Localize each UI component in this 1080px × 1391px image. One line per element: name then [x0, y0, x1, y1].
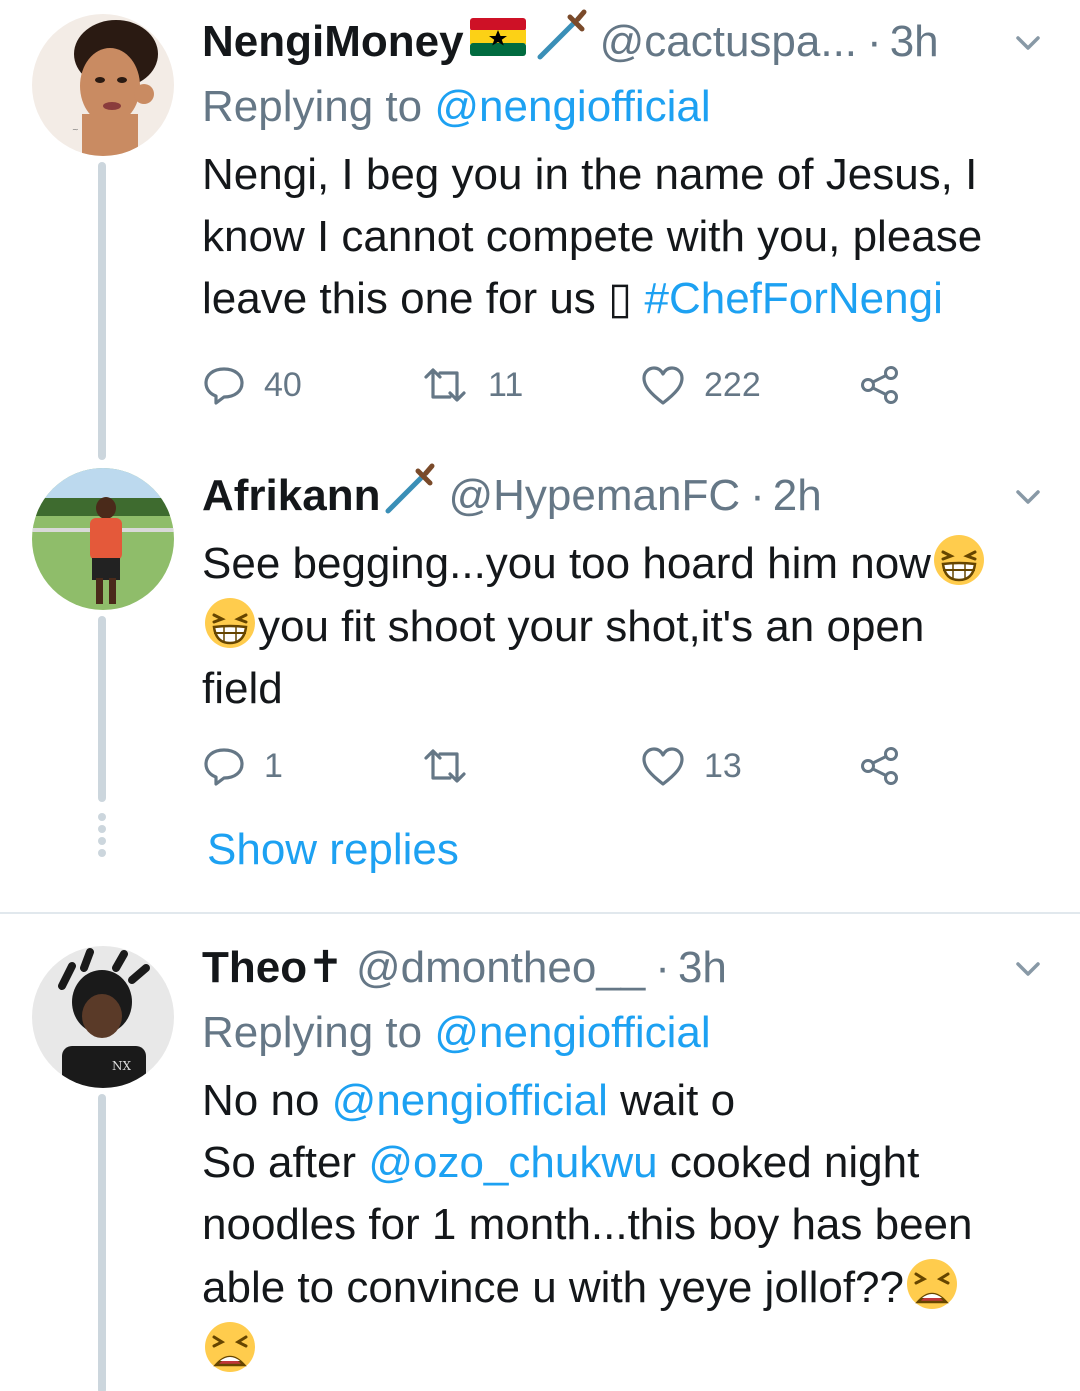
tweet-text-segment: No no	[202, 1076, 320, 1125]
replying-to-mention[interactable]: @nengiofficial	[434, 1008, 710, 1057]
separator-dot: ·	[867, 17, 882, 66]
reply-icon	[202, 363, 246, 407]
timestamp[interactable]: 3h	[890, 14, 939, 70]
reply-count: 1	[264, 746, 283, 785]
grinning-squint-icon	[931, 532, 987, 588]
replying-to-mention[interactable]: @nengiofficial	[434, 82, 710, 131]
thread-line	[98, 616, 106, 802]
svg-text:~: ~	[72, 125, 79, 134]
tweet-nengimoney[interactable]: ~ NengiMoney @cactuspa... · 3h Replying …	[0, 0, 1080, 460]
tweet-text-segment: leave this one for us	[202, 274, 596, 323]
replying-prefix: Replying to	[202, 82, 423, 131]
retweet-count: 11	[488, 365, 524, 404]
share-button[interactable]	[858, 736, 902, 796]
tired-face-icon	[904, 1256, 960, 1312]
reply-button[interactable]: 40	[202, 355, 302, 415]
tweet-theo[interactable]: NX Theo✝ @dmontheo__ · 3h Replying to @n…	[0, 920, 1080, 1391]
user-handle[interactable]: @cactuspa...	[600, 14, 857, 70]
replying-prefix: Replying to	[202, 1008, 423, 1057]
avatar-nengimoney[interactable]: ~	[32, 14, 174, 156]
display-name[interactable]: Theo✝	[202, 940, 344, 996]
reply-icon	[202, 744, 246, 788]
tweet-afrikann[interactable]: Afrikann @HypemanFC · 2h See begging...y…	[0, 460, 1080, 910]
ghana-flag-icon	[469, 14, 526, 70]
timestamp[interactable]: 3h	[678, 940, 727, 996]
display-name[interactable]: NengiMoney	[202, 14, 464, 70]
share-icon	[858, 744, 902, 788]
tweet-text: Nengi, I beg you in the name of Jesus, I…	[202, 144, 1052, 330]
tweet-header: NengiMoney @cactuspa... · 3h	[202, 9, 1052, 70]
like-button[interactable]: 13	[640, 736, 742, 796]
tweet-text-segment: you fit shoot your shot,it's an open	[258, 602, 925, 651]
grinning-squint-icon	[202, 595, 258, 651]
timestamp[interactable]: 2h	[773, 468, 822, 524]
avatar-theo[interactable]: NX	[32, 946, 174, 1088]
tweet-text-segment: See begging...you too hoard him now	[202, 539, 931, 588]
reply-button[interactable]: 1	[202, 736, 283, 796]
tweet-actions: 1 13	[202, 736, 1052, 796]
display-name[interactable]: Afrikann	[202, 468, 380, 524]
tweet-header: Afrikann @HypemanFC · 2h	[202, 463, 1052, 524]
show-replies-link[interactable]: Show replies	[207, 825, 459, 875]
replying-to: Replying to @nengiofficial	[202, 78, 1052, 136]
chevron-down-icon[interactable]	[1008, 476, 1048, 516]
retweet-button[interactable]: 11	[420, 355, 523, 415]
tweet-text-segment: cooked night	[669, 1138, 920, 1187]
replying-to: Replying to @nengiofficial	[202, 1004, 1052, 1062]
tweet-text: See begging...you too hoard him now you …	[202, 532, 1052, 720]
hashtag-link[interactable]: #ChefForNengi	[644, 274, 942, 323]
missing-glyph: ▯	[608, 274, 633, 323]
reply-count: 40	[264, 365, 302, 404]
avatar-afrikann[interactable]	[32, 468, 174, 610]
retweet-button[interactable]	[420, 736, 488, 796]
tweet-text-line: noodles for 1 month...this boy has been	[202, 1200, 973, 1249]
separator-dot: ·	[655, 943, 670, 992]
separator-dot: ·	[750, 471, 765, 520]
tweet-text-segment: able to convince u with yeye jollof??	[202, 1263, 904, 1312]
retweet-icon	[420, 363, 470, 407]
tweet-text-segment: wait o	[620, 1076, 736, 1125]
thread-line	[98, 1094, 106, 1391]
thread-line	[98, 162, 106, 460]
user-handle[interactable]: @dmontheo__	[356, 940, 645, 996]
tweet-actions: 40 11 222	[202, 355, 1052, 415]
chevron-down-icon[interactable]	[1008, 948, 1048, 988]
share-icon	[858, 363, 902, 407]
dagger-icon	[380, 461, 436, 531]
mention-link[interactable]: @nengiofficial	[332, 1076, 608, 1125]
svg-text:NX: NX	[112, 1059, 132, 1073]
retweet-icon	[420, 744, 470, 788]
tweet-text-line: Nengi, I beg you in the name of Jesus, I	[202, 150, 978, 199]
like-count: 13	[704, 746, 742, 785]
like-button[interactable]: 222	[640, 355, 761, 415]
tweet-header: Theo✝ @dmontheo__ · 3h	[202, 940, 1052, 996]
mention-link[interactable]: @ozo_chukwu	[368, 1138, 657, 1187]
heart-icon	[640, 744, 686, 788]
tweet-text-line: know I cannot compete with you, please	[202, 212, 983, 261]
chevron-down-icon[interactable]	[1008, 22, 1048, 62]
share-button[interactable]	[858, 355, 902, 415]
divider	[0, 912, 1080, 914]
thread-dots	[97, 812, 107, 862]
tweet-text: No no @nengiofficial wait o So after @oz…	[202, 1070, 1052, 1382]
tweet-text-line: leave this one for us ▯ #ChefForNengi	[202, 268, 1052, 330]
tweet-text-segment: So after	[202, 1138, 357, 1187]
heart-icon	[640, 363, 686, 407]
tweet-text-line: field	[202, 664, 283, 713]
like-count: 222	[704, 365, 761, 404]
tired-face-icon	[202, 1319, 258, 1375]
user-handle[interactable]: @HypemanFC	[448, 468, 740, 524]
dagger-icon	[532, 7, 588, 77]
